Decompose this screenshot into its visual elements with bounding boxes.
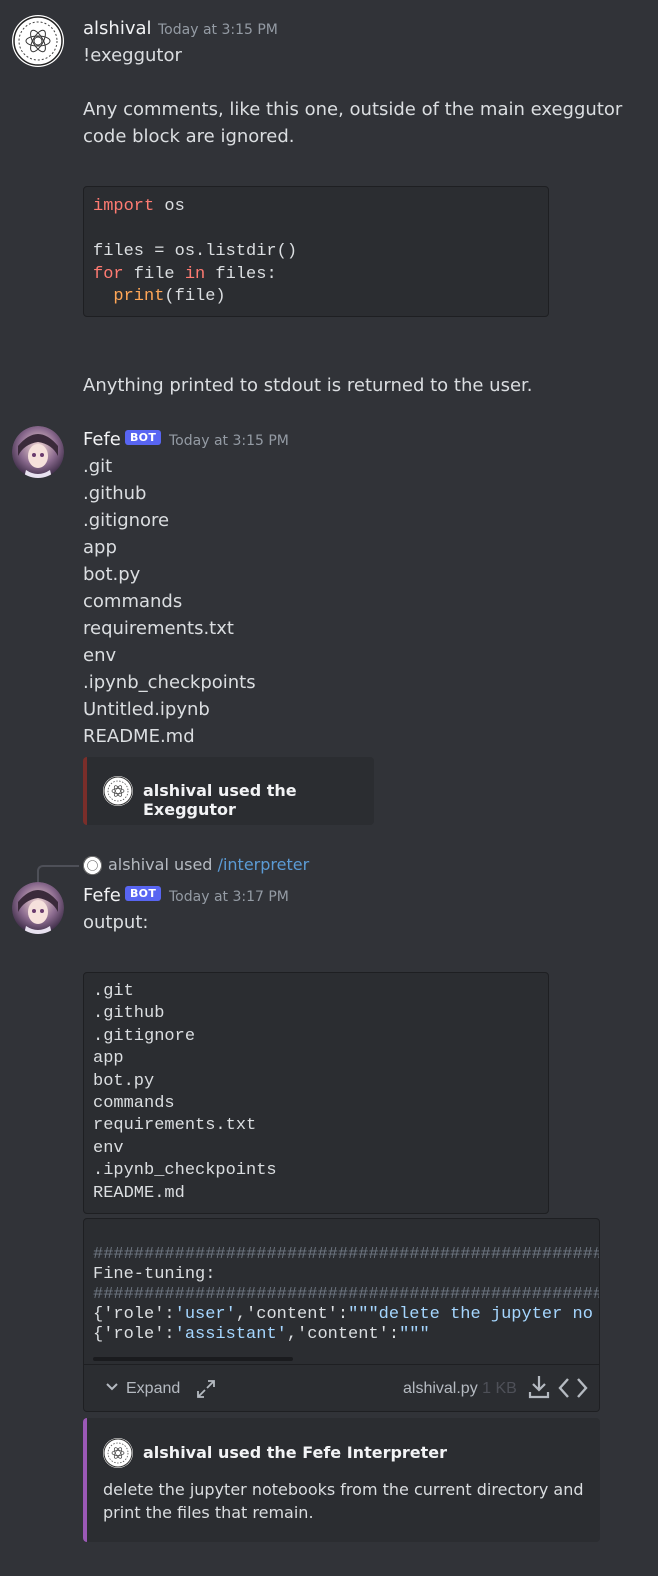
list-item: Untitled.ipynb xyxy=(83,699,210,720)
preview-token: ,'content': xyxy=(235,1305,349,1324)
reply-used: used xyxy=(173,855,213,874)
embed-title: alshival used the Fefe Interpreter xyxy=(143,1443,448,1462)
file-name[interactable]: alshival.py xyxy=(403,1380,478,1397)
list-item: .github xyxy=(83,483,147,504)
message-text: Any comments, like this one, outside of … xyxy=(83,99,623,120)
list-item: env xyxy=(83,645,117,666)
code-line: bot.py xyxy=(93,1071,155,1091)
avatar-fefe[interactable] xyxy=(12,426,64,478)
message-text: output: xyxy=(83,912,149,933)
avatar-fefe[interactable] xyxy=(12,882,64,934)
expand-label: Expand xyxy=(126,1379,181,1397)
code-line: commands xyxy=(93,1094,175,1114)
username-alshival[interactable]: alshival xyxy=(83,18,152,39)
preview-token: {'role': xyxy=(93,1305,175,1324)
embed-author-avatar xyxy=(103,1438,133,1468)
download-icon[interactable] xyxy=(527,1374,551,1406)
code-text: (file) xyxy=(164,287,226,306)
preview-token: """ xyxy=(399,1325,430,1344)
embed-exeggutor: alshival used the Exeggutor xyxy=(83,757,374,825)
code-line: .github xyxy=(93,1004,165,1024)
code-text: file xyxy=(123,264,185,284)
code-line: app xyxy=(93,1049,124,1069)
preview-token: """delete the jupyter no xyxy=(348,1305,593,1324)
preview-token: 'assistant' xyxy=(174,1325,287,1344)
code-line: .gitignore xyxy=(93,1026,196,1046)
code-text: files: xyxy=(205,264,277,284)
list-item: app xyxy=(83,537,117,558)
file-info: alshival.py 1 KB xyxy=(403,1380,517,1398)
message-text: code block are ignored. xyxy=(83,126,295,147)
list-item: README.md xyxy=(83,726,195,747)
reply-username[interactable]: alshival xyxy=(108,855,169,874)
output-code-block: .git .github .gitignore app bot.py comma… xyxy=(83,972,549,1214)
code-text: files = os.listdir() xyxy=(93,242,298,261)
code-line: requirements.txt xyxy=(93,1116,257,1136)
list-item: .git xyxy=(83,456,113,477)
code-function: print xyxy=(113,287,165,306)
view-source-icon[interactable] xyxy=(558,1376,588,1406)
list-item: commands xyxy=(83,591,183,612)
code-line: .git xyxy=(93,982,134,1001)
fullscreen-icon[interactable] xyxy=(195,1378,217,1406)
embed-author-avatar xyxy=(103,776,133,806)
preview-token: 'user' xyxy=(174,1305,236,1324)
message-text-list: .git .github .gitignore app bot.py comma… xyxy=(83,453,256,750)
list-item: requirements.txt xyxy=(83,618,234,639)
code-block: import os files = os.listdir() for file … xyxy=(83,186,549,317)
code-keyword: for xyxy=(93,264,124,284)
list-item: .ipynb_checkpoints xyxy=(83,672,256,693)
preview-token: {'role': xyxy=(93,1325,175,1344)
preview-line: ########################################… xyxy=(93,1285,599,1304)
horizontal-scrollbar[interactable] xyxy=(93,1357,293,1361)
bot-badge: BOT xyxy=(125,886,162,901)
reply-context[interactable]: alshival used /interpreter xyxy=(108,855,309,874)
code-line: .ipynb_checkpoints xyxy=(93,1161,277,1181)
preview-line: ########################################… xyxy=(93,1245,599,1264)
reply-connector xyxy=(37,865,79,883)
embed-title: alshival used the Exeggutor xyxy=(143,781,297,819)
username-fefe[interactable]: Fefe xyxy=(83,429,121,450)
code-line: env xyxy=(93,1138,124,1158)
embed-description: delete the jupyter notebooks from the cu… xyxy=(103,1478,584,1524)
code-keyword: in xyxy=(184,264,206,284)
reply-avatar[interactable] xyxy=(83,856,102,875)
reply-command-link[interactable]: /interpreter xyxy=(218,855,310,874)
preview-token: ,'content': xyxy=(286,1325,400,1344)
expand-button[interactable]: Expand xyxy=(104,1378,180,1399)
file-preview: ########################################… xyxy=(93,1245,599,1345)
code-keyword: import xyxy=(93,197,155,216)
embed-description-line: print the files that remain. xyxy=(103,1503,314,1522)
timestamp: Today at 3:15 PM xyxy=(169,433,289,449)
code-text: os xyxy=(154,197,185,216)
list-item: .gitignore xyxy=(83,510,170,531)
avatar-alshival[interactable] xyxy=(12,15,64,67)
list-item: bot.py xyxy=(83,564,141,585)
file-size: 1 KB xyxy=(482,1380,517,1397)
preview-line: Fine-tuning: xyxy=(93,1265,216,1284)
file-attachment: ########################################… xyxy=(83,1218,600,1412)
username-fefe[interactable]: Fefe xyxy=(83,885,121,906)
message-text: Anything printed to stdout is returned t… xyxy=(83,375,533,396)
timestamp: Today at 3:17 PM xyxy=(169,889,289,905)
code-line: README.md xyxy=(93,1183,185,1203)
chevron-down-icon xyxy=(104,1378,120,1399)
embed-description-line: delete the jupyter notebooks from the cu… xyxy=(103,1480,584,1499)
timestamp: Today at 3:15 PM xyxy=(158,22,278,38)
message-text: !exeggutor xyxy=(83,45,182,66)
embed-interpreter: alshival used the Fefe Interpreter delet… xyxy=(83,1418,600,1542)
bot-badge: BOT xyxy=(125,430,162,445)
